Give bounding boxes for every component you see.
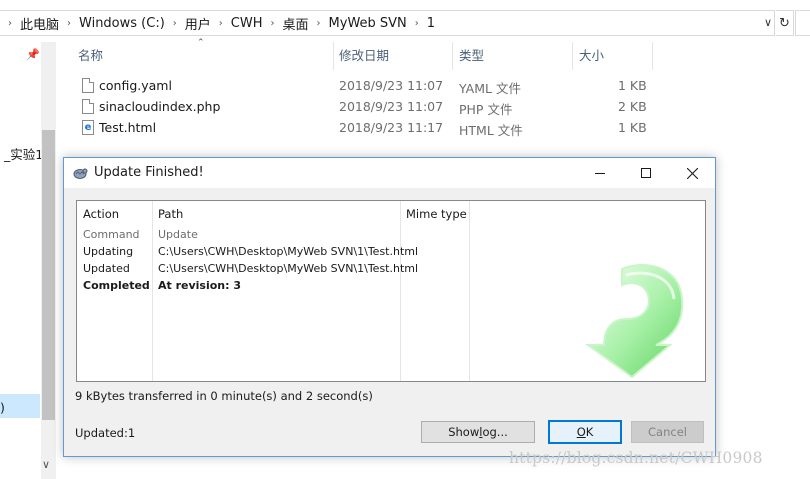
file-name: Test.html [99,120,157,135]
file-type: YAML 文件 [459,81,521,96]
ok-button[interactable]: OK [548,420,622,444]
update-finished-dialog: Update Finished! Action Path Mime type C… [63,157,716,457]
log-header-path[interactable]: Path [158,207,183,221]
scroll-down-icon[interactable]: ∨ [42,458,50,471]
file-row[interactable]: e Test.html 2018/9/23 11:17 HTML 文件 1 KB [62,118,662,139]
column-divider[interactable] [152,201,153,381]
file-size: 1 KB [618,78,647,93]
nav-scrollbar-thumb[interactable] [42,130,55,420]
refresh-icon[interactable]: ↻ [776,10,794,36]
breadcrumb-separator-icon[interactable]: › [173,18,177,29]
maximize-icon [641,168,651,178]
search-input[interactable] [795,10,810,36]
file-icon [82,78,94,93]
cancel-button: Cancel [631,421,704,443]
log-path[interactable]: Update [158,228,198,241]
minimize-button[interactable] [577,158,623,188]
file-type: HTML 文件 [459,123,523,138]
ok-label-post: K [585,425,594,439]
breadcrumb-item[interactable]: 1 [427,16,435,31]
minimize-icon [595,173,605,174]
show-log-label-pre: Show [448,425,480,439]
close-icon [686,167,698,179]
file-name: sinacloudindex.php [99,99,221,114]
column-headers: ⌃ 名称 修改日期 类型 大小 [62,38,662,70]
breadcrumb-separator-icon[interactable]: › [415,18,419,29]
log-path[interactable]: C:\Users\CWH\Desktop\MyWeb SVN\1\Test.ht… [158,245,418,258]
breadcrumb-separator-icon[interactable]: › [67,18,71,29]
breadcrumb-item[interactable]: 桌面 [283,14,309,33]
file-row[interactable]: config.yaml 2018/9/23 11:07 YAML 文件 1 KB [62,76,662,97]
show-log-label-post: og... [482,425,508,439]
breadcrumb-item[interactable]: CWH [231,16,263,31]
breadcrumb-item[interactable]: MyWeb SVN [329,16,407,31]
file-modified: 2018/9/23 11:07 [339,99,444,114]
breadcrumb-separator-icon[interactable]: › [271,18,275,29]
file-name: config.yaml [99,78,172,93]
log-action[interactable]: Updating [83,245,133,258]
file-type: PHP 文件 [459,102,513,117]
maximize-button[interactable] [623,158,669,188]
breadcrumb-item[interactable]: 此电脑 [20,14,59,33]
address-bar[interactable]: › 此电脑 › Windows (C:) › 用户 › CWH › 桌面 › MyWeb SVN › 1 … [0,10,775,36]
chevron-down-icon[interactable]: ∨ [764,16,772,29]
column-divider[interactable] [400,201,401,381]
log-path[interactable]: At revision: 3 [158,279,241,292]
log-action[interactable]: Completed [83,279,150,292]
column-header-type[interactable]: 类型 [453,42,573,70]
log-header-action[interactable]: Action [83,207,119,221]
tortoisesvn-icon [73,168,88,179]
html-file-icon: e [82,120,94,135]
file-modified: 2018/9/23 11:07 [339,78,444,93]
file-modified: 2018/9/23 11:17 [339,120,444,135]
close-button[interactable] [669,158,715,188]
dialog-titlebar[interactable]: Update Finished! [64,158,715,188]
breadcrumb-item[interactable]: 用户 [185,14,211,33]
dialog-title: Update Finished! [94,165,204,180]
nav-selected-item[interactable] [0,394,40,418]
file-row[interactable]: sinacloudindex.php 2018/9/23 11:07 PHP 文件 2… [62,97,662,118]
cancel-label: Cancel [648,425,687,439]
breadcrumb-item[interactable]: Windows (C:) [79,16,165,31]
column-header-name[interactable]: 名称 [72,42,334,70]
log-header-mime[interactable]: Mime type [406,207,467,221]
nav-item-label[interactable]: _实验1 [4,144,43,163]
ok-label-mnemonic: O [576,425,586,439]
updated-count: Updated:1 [75,426,136,440]
nav-item-label[interactable]: ) [0,400,5,415]
file-size: 1 KB [618,120,647,135]
breadcrumb: › 此电脑 › Windows (C:) › 用户 › CWH › 桌面 › MyWeb SVN › 1 [0,14,435,33]
column-header-modified[interactable]: 修改日期 [333,42,453,70]
file-size: 2 KB [618,99,647,114]
log-action[interactable]: Command [83,228,140,241]
breadcrumb-separator-icon[interactable]: › [317,18,321,29]
column-divider[interactable] [469,201,470,381]
column-header-size[interactable]: 大小 [573,42,653,70]
log-action[interactable]: Updated [83,262,130,275]
log-path[interactable]: C:\Users\CWH\Desktop\MyWeb SVN\1\Test.ht… [158,262,418,275]
file-icon [82,99,94,114]
update-success-arrow-icon [584,264,684,379]
breadcrumb-separator-icon[interactable]: › [219,18,223,29]
transfer-status: 9 kBytes transferred in 0 minute(s) and … [75,389,373,403]
pin-icon[interactable]: 📌 [26,48,40,61]
update-log-list[interactable]: Action Path Mime type Command Update Updat… [76,200,706,382]
watermark: https://blog.csdn.net/CWH0908 [509,449,763,467]
show-log-button[interactable]: Show l og... [421,421,535,443]
breadcrumb-separator-icon[interactable]: › [8,18,12,29]
